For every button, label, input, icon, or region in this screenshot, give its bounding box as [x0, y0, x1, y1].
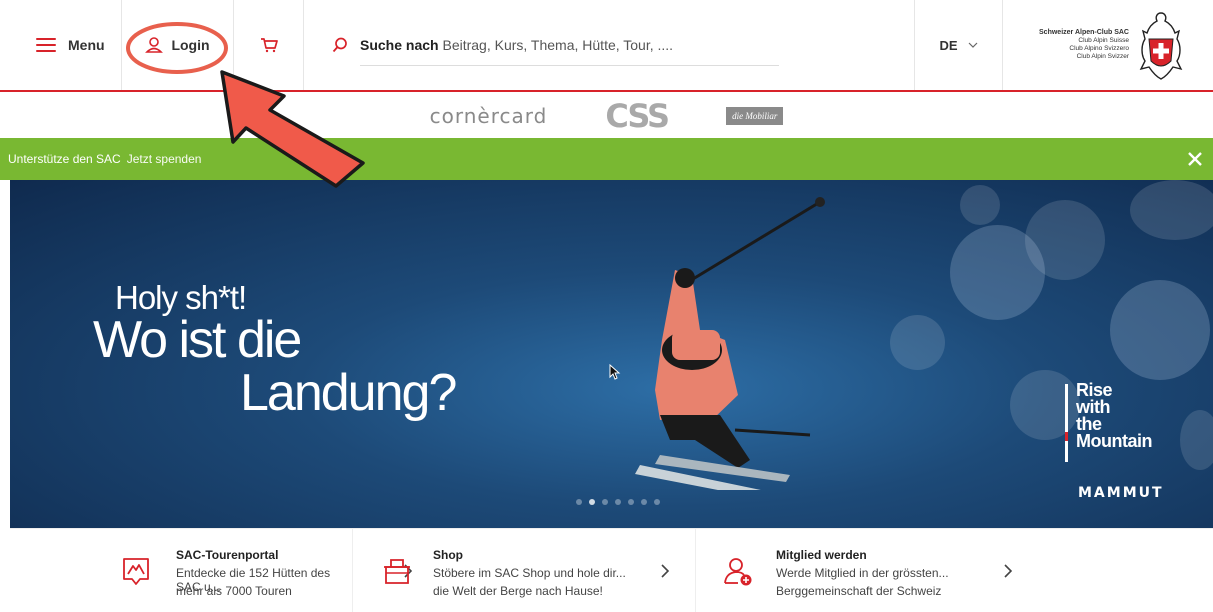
donate-link[interactable]: Jetzt spenden: [127, 152, 202, 166]
card-title: Shop: [433, 548, 463, 562]
card-description: mehr als 7000 Touren: [176, 584, 292, 598]
mammut-logo: MAMMUT: [1078, 485, 1164, 501]
card-mitglied[interactable]: Mitglied werden Werde Mitglied in der gr…: [696, 529, 1039, 612]
slider-dot[interactable]: [615, 499, 621, 505]
sac-emblem-icon: [1139, 12, 1183, 80]
search-underline: [360, 65, 779, 66]
sponsor-cornercard-logo[interactable]: cornèrcard: [430, 104, 548, 128]
chevron-right-icon: [1004, 564, 1013, 578]
user-icon: [145, 37, 164, 53]
site-header: Menu Login Suche nach Beitrag, Kurs, The…: [0, 0, 1213, 92]
slider-dot[interactable]: [641, 499, 647, 505]
card-title: SAC-Tourenportal: [176, 548, 279, 562]
donate-banner: Unterstütze den SAC Jetzt spenden: [0, 138, 1213, 180]
skier-figure: [635, 197, 825, 490]
language-label: DE: [939, 37, 958, 53]
sponsor-css-logo[interactable]: CSS: [605, 97, 670, 135]
sponsor-bar: cornèrcard CSS die Mobiliar: [0, 94, 1213, 138]
hero-banner[interactable]: Holy sh*t! Wo ist die Landung? Rise with…: [10, 180, 1213, 528]
search-icon: [332, 37, 347, 53]
login-button[interactable]: Login: [122, 0, 234, 90]
shop-basket-icon: [384, 559, 410, 584]
slider-dot[interactable]: [576, 499, 582, 505]
language-selector[interactable]: DE: [915, 0, 1003, 90]
sac-logo[interactable]: Schweizer Alpen-Club SAC Club Alpin Suis…: [1003, 0, 1213, 90]
hero-headline-3: Landung?: [240, 364, 457, 422]
card-description: Stöbere im SAC Shop und hole dir...: [433, 566, 626, 580]
feature-cards: SAC-Tourenportal Entdecke die 152 Hütten…: [10, 528, 1213, 612]
card-title: Mitglied werden: [776, 548, 867, 562]
slider-dot[interactable]: [602, 499, 608, 505]
card-shop[interactable]: Shop Stöbere im SAC Shop und hole dir...…: [353, 529, 696, 612]
close-icon[interactable]: [1185, 149, 1205, 169]
add-member-icon: [724, 558, 752, 586]
card-description: Berggemeinschaft der Schweiz: [776, 584, 942, 598]
card-tourenportal[interactable]: SAC-Tourenportal Entdecke die 152 Hütten…: [10, 529, 413, 612]
slider-dot-active[interactable]: [589, 499, 595, 505]
slider-dot[interactable]: [628, 499, 634, 505]
chevron-down-icon: [968, 42, 977, 48]
card-description: die Welt der Berge nach Hause!: [433, 584, 603, 598]
search-placeholder: Suche nach Beitrag, Kurs, Thema, Hütte, …: [360, 37, 674, 53]
card-description: Werde Mitglied in der grössten...: [776, 566, 949, 580]
chevron-right-icon: [661, 564, 670, 578]
search-field[interactable]: Suche nach Beitrag, Kurs, Thema, Hütte, …: [304, 0, 915, 90]
map-pin-mountain-icon: [123, 558, 149, 585]
slider-dot[interactable]: [654, 499, 660, 505]
menu-button[interactable]: Menu: [0, 0, 122, 90]
logo-text: Schweizer Alpen-Club SAC Club Alpin Suis…: [1039, 29, 1129, 60]
mouse-cursor-icon: [609, 364, 621, 380]
menu-label: Menu: [68, 37, 105, 53]
cart-button[interactable]: [234, 0, 304, 90]
slider-dots: [576, 499, 660, 505]
rise-with-the-mountain-slogan: Rise with the Mountain: [1065, 381, 1152, 462]
sponsor-mobiliar-logo[interactable]: die Mobiliar: [726, 107, 784, 125]
cart-icon: [260, 38, 278, 53]
hamburger-icon: [36, 38, 56, 52]
hero-headline-2: Wo ist die: [93, 311, 302, 369]
donate-text: Unterstütze den SAC: [8, 152, 121, 166]
login-label: Login: [171, 37, 210, 53]
